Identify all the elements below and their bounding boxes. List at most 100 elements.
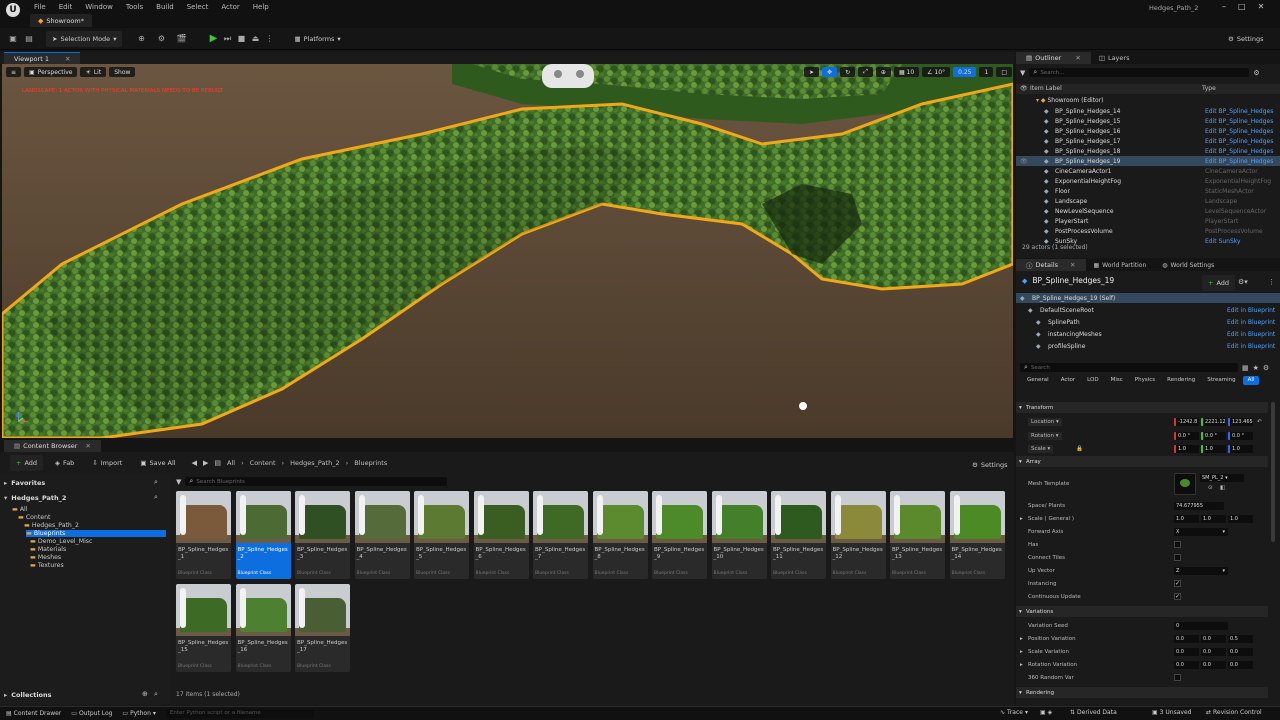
menu-tools[interactable]: Tools (126, 3, 143, 11)
outliner-row[interactable]: ◆ BP_Spline_Hedges_14 Edit BP_Spline_Hedge… (1016, 106, 1280, 116)
save-all-button[interactable]: ▣ Save All (134, 455, 181, 471)
asset-tile[interactable]: BP_Spline_Hedges_12 Blueprint Class (830, 491, 886, 579)
tree-item-demo-level-misc[interactable]: ▬ Demo_Level_Misc (30, 538, 92, 545)
settings-button[interactable]: ⚙ Settings (1222, 31, 1270, 47)
asset-search-input[interactable]: ⌕ Search Blueprints (185, 477, 448, 486)
outliner-row[interactable]: ◆ BP_Spline_Hedges_16 Edit BP_Spline_Hedge… (1016, 126, 1280, 136)
edit-in-blueprint-link[interactable]: Edit in Blueprint (1227, 343, 1275, 350)
column-type[interactable]: Type (1202, 85, 1216, 92)
outliner-row[interactable]: ◆ BP_Spline_Hedges_15 Edit BP_Spline_Hedge… (1016, 116, 1280, 126)
output-log-button[interactable]: ▭ Output Log (71, 710, 112, 717)
edit-in-blueprint-link[interactable]: Edit in Blueprint (1227, 331, 1275, 338)
outliner-row[interactable]: ◆ CineCameraActor1 CineCameraActor (1016, 166, 1280, 176)
outliner-row[interactable]: ◆ ExponentialHeightFog ExponentialHeightFo… (1016, 176, 1280, 186)
scale-z-field[interactable]: 1.0 (1228, 444, 1253, 453)
component-row[interactable]: ◆ SplinePath Edit in Blueprint (1016, 317, 1280, 327)
source-control-icon[interactable]: ◈ (1048, 709, 1053, 716)
category-lod[interactable]: LOD (1082, 376, 1103, 385)
content-drawer-button[interactable]: ▤ Content Drawer (6, 710, 61, 717)
asset-tile[interactable]: BP_Spline_Hedges_16 Blueprint Class (235, 584, 291, 672)
menu-help[interactable]: Help (253, 3, 269, 11)
content-browser-tab[interactable]: ▤ Content Browser ✕ (4, 440, 101, 452)
add-collection-icon[interactable]: ⊕ (142, 690, 148, 698)
details-search-input[interactable]: ⌕ Search (1020, 363, 1238, 372)
close-window-button[interactable]: ✕ (1258, 2, 1265, 11)
rotate-tool-icon[interactable]: ↻ (840, 67, 856, 77)
scale-tool-icon[interactable]: ⤢ (858, 67, 873, 77)
breadcrumb-project[interactable]: Hedges_Path_2 (290, 459, 339, 467)
layers-tab[interactable]: ◫ Layers (1099, 54, 1130, 62)
reset-icon[interactable]: ↶ (1257, 419, 1262, 425)
asset-tile[interactable]: BP_Spline_Hedges_6 Blueprint Class (473, 491, 529, 579)
camera-speed-button[interactable]: 1 (979, 67, 994, 77)
record-icon[interactable]: ▣ (1040, 709, 1046, 716)
favorite-star-icon[interactable]: ★ (1253, 364, 1259, 372)
search-icon[interactable]: ⌕ (154, 478, 158, 487)
asset-tile[interactable]: BP_Spline_Hedges_9 Blueprint Class (652, 491, 707, 579)
filter-icon[interactable]: ▼ (176, 478, 181, 486)
scale-variation-z-field[interactable]: 0.0 (1228, 647, 1253, 656)
perspective-button[interactable]: ▣ Perspective (24, 67, 78, 77)
outliner-settings-icon[interactable]: ⚙ (1253, 69, 1259, 77)
scale-variation-x-field[interactable]: 0.0 (1174, 647, 1199, 656)
add-component-button[interactable]: + Add (1202, 275, 1236, 291)
location-dropdown[interactable]: Location ▾ (1028, 417, 1062, 426)
edit-in-blueprint-link[interactable]: Edit in Blueprint (1227, 307, 1275, 314)
forward-axis-dropdown[interactable]: X ▾ (1174, 527, 1228, 536)
connect-tiles-checkbox[interactable] (1174, 554, 1181, 561)
outliner-root[interactable]: ▾ ◆ Showroom (Editor) (1036, 97, 1104, 104)
has-checkbox[interactable] (1174, 541, 1181, 548)
breadcrumb-content[interactable]: Content (250, 459, 276, 467)
level-tab[interactable]: ◆ Showroom* (30, 14, 92, 27)
import-button[interactable]: ⇩ Import (86, 455, 128, 471)
cinematics-icon[interactable]: 🎬 (176, 34, 186, 44)
tree-item-project[interactable]: ▬ Hedges_Path_2 (24, 522, 79, 529)
unreal-logo-icon[interactable]: U (6, 3, 20, 17)
component-row[interactable]: ◆ profileSpline Edit in Blueprint (1016, 341, 1280, 351)
tree-item-all[interactable]: ▬ All (12, 506, 28, 513)
tree-item-blueprints[interactable]: ▬ Blueprints (26, 530, 166, 537)
continuous-update-checkbox[interactable]: ✓ (1174, 593, 1181, 600)
tree-item-meshes[interactable]: ▬ Meshes (30, 554, 61, 561)
menu-actor[interactable]: Actor (221, 3, 239, 11)
asset-tile[interactable]: BP_Spline_Hedges_5 Blueprint Class (414, 491, 469, 579)
select-tool-icon[interactable]: ➤ (804, 67, 820, 77)
minimize-button[interactable]: – (1222, 2, 1226, 11)
lit-button[interactable]: ☀ Lit (80, 67, 107, 77)
level-viewport[interactable]: ≡ ▣ Perspective ☀ Lit Show LANDSCAPE: 1 AC… (2, 64, 1013, 438)
tree-item-content[interactable]: ▬ Content (18, 514, 50, 521)
content-browser-settings-button[interactable]: ⚙ Settings (966, 457, 1014, 473)
category-all[interactable]: All (1242, 376, 1260, 385)
close-icon[interactable]: ✕ (1075, 54, 1080, 62)
rotation-variation-x-field[interactable]: 0.0 (1174, 660, 1199, 669)
history-back-icon[interactable]: ◀ (192, 459, 197, 467)
outliner-row[interactable]: ◆ BP_Spline_Hedges_18 Edit BP_Spline_Hedge… (1016, 146, 1280, 156)
asset-tile[interactable]: BP_Spline_Hedges_10 Blueprint Class (711, 491, 767, 579)
blueprint-options-icon[interactable]: ⚙▾ (1238, 278, 1248, 286)
python-dropdown[interactable]: ▭ Python ▾ (122, 710, 156, 717)
location-y-field[interactable]: 2221.12 (1201, 417, 1226, 426)
category-streaming[interactable]: Streaming (1202, 376, 1240, 385)
menu-select[interactable]: Select (187, 3, 209, 11)
python-console-input[interactable]: Enter Python script or a filename (165, 709, 314, 718)
more-options-icon[interactable]: ⋮ (1268, 278, 1275, 286)
scale-general-z-field[interactable]: 1.0 (1228, 514, 1253, 523)
history-forward-icon[interactable]: ▶ (203, 459, 208, 467)
asset-tile[interactable]: BP_Spline_Hedges_15 Blueprint Class (176, 584, 231, 672)
menu-window[interactable]: Window (85, 3, 113, 11)
category-physics[interactable]: Physics (1130, 376, 1160, 385)
breadcrumb-blueprints[interactable]: Blueprints (354, 459, 387, 467)
maximize-viewport-icon[interactable]: □ (996, 67, 1012, 77)
asset-tile[interactable]: BP_Spline_Hedges_8 Blueprint Class (592, 491, 648, 579)
outliner-row[interactable]: 👁 ◆ BP_Spline_Hedges_19 Edit BP_Spline_Hedg… (1016, 156, 1280, 166)
outliner-row[interactable]: ◆ Landscape Landscape (1016, 196, 1280, 206)
world-space-icon[interactable]: ⊕ (875, 67, 891, 77)
menu-file[interactable]: File (34, 3, 46, 11)
more-options-icon[interactable]: ⋮ (264, 34, 274, 44)
rotation-x-field[interactable]: 0.0 ° (1174, 431, 1199, 440)
variations-section-header[interactable]: ▾ Variations (1016, 606, 1268, 617)
instancing-checkbox[interactable]: ✓ (1174, 580, 1181, 587)
outliner-item-type[interactable]: Edit BP_Spline_Hedges (1205, 108, 1273, 115)
trace-button[interactable]: ∿ Trace ▾ (1000, 709, 1028, 716)
favorites-header[interactable]: ▸ Favorites (4, 478, 164, 488)
